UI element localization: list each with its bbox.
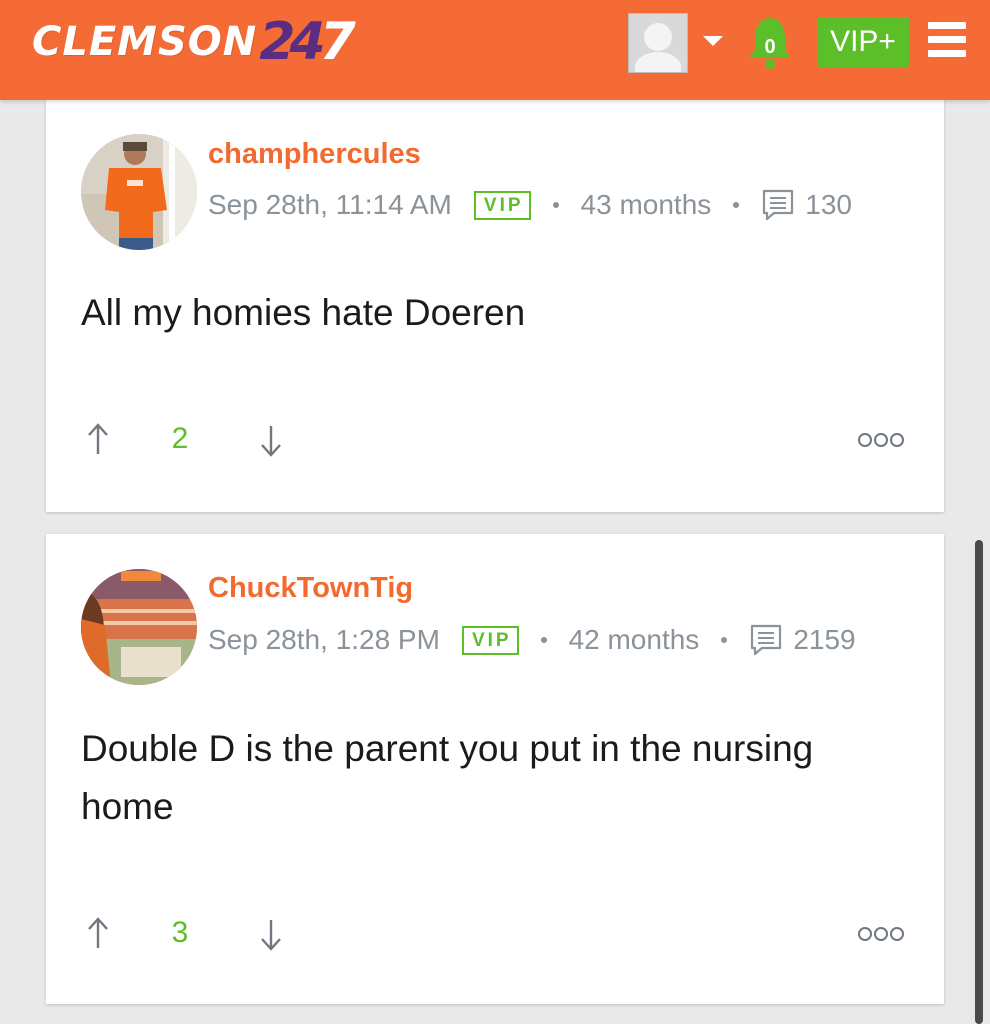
- separator-dot: [721, 637, 728, 643]
- separator-dot: [540, 637, 547, 643]
- vote-score: 3: [171, 916, 189, 949]
- site-logo[interactable]: CLEMSON 247: [32, 12, 356, 72]
- logo-247-text: 247: [259, 12, 356, 72]
- post-timestamp: Sep 28th, 1:28 PM: [208, 624, 440, 655]
- user-photo-stadium-icon: [81, 569, 197, 685]
- separator-dot: [733, 202, 740, 208]
- user-photo-orange-shirt-icon: [81, 134, 197, 250]
- post-meta: Sep 28th, 11:14 AM VIP 43 months 130: [208, 187, 852, 223]
- notification-count: 0: [764, 36, 776, 58]
- avatar-placeholder-body: [635, 52, 681, 72]
- upvote-arrow-icon[interactable]: [86, 914, 110, 954]
- post-body: All my homies hate Doeren: [81, 292, 526, 333]
- logo-school-text: CLEMSON: [32, 19, 258, 65]
- more-options-icon[interactable]: [857, 926, 905, 942]
- user-avatar[interactable]: [81, 134, 197, 250]
- scrollbar-thumb[interactable]: [975, 540, 983, 1024]
- user-post-count: 130: [805, 189, 852, 220]
- forum-post-card: ChuckTownTig Sep 28th, 1:28 PM VIP 42 mo…: [46, 534, 944, 1004]
- post-username[interactable]: champhercules: [208, 138, 421, 171]
- post-username[interactable]: ChuckTownTig: [208, 572, 413, 605]
- downvote-arrow-icon[interactable]: [259, 914, 283, 954]
- message-icon: [751, 624, 782, 656]
- post-meta: Sep 28th, 1:28 PM VIP 42 months 2159: [208, 622, 856, 658]
- avatar-placeholder-head: [644, 23, 672, 51]
- chevron-down-icon[interactable]: [703, 36, 723, 46]
- vote-controls: 2: [86, 420, 916, 464]
- member-tenure: 42 months: [568, 624, 700, 655]
- vip-badge: VIP: [473, 190, 531, 220]
- user-post-count: 2159: [793, 624, 856, 655]
- vote-controls: 3: [86, 914, 916, 958]
- vote-score: 2: [171, 422, 189, 455]
- post-body: Double D is the parent you put in the nu…: [81, 728, 814, 827]
- hamburger-menu-icon[interactable]: [928, 22, 966, 57]
- vip-badge: VIP: [461, 625, 519, 655]
- forum-post-card: champhercules Sep 28th, 11:14 AM VIP 43 …: [46, 80, 944, 512]
- member-tenure: 43 months: [580, 189, 712, 220]
- top-navigation-bar: CLEMSON 247 0 VIP+: [0, 0, 990, 100]
- downvote-arrow-icon[interactable]: [259, 420, 283, 460]
- user-avatar[interactable]: [81, 569, 197, 685]
- more-options-icon[interactable]: [857, 432, 905, 448]
- notifications-button[interactable]: 0: [746, 16, 794, 72]
- upvote-arrow-icon[interactable]: [86, 420, 110, 460]
- account-avatar-button[interactable]: [628, 13, 688, 73]
- message-icon: [763, 189, 794, 221]
- post-timestamp: Sep 28th, 11:14 AM: [208, 189, 452, 220]
- vip-plus-button[interactable]: VIP+: [817, 17, 909, 67]
- separator-dot: [552, 202, 559, 208]
